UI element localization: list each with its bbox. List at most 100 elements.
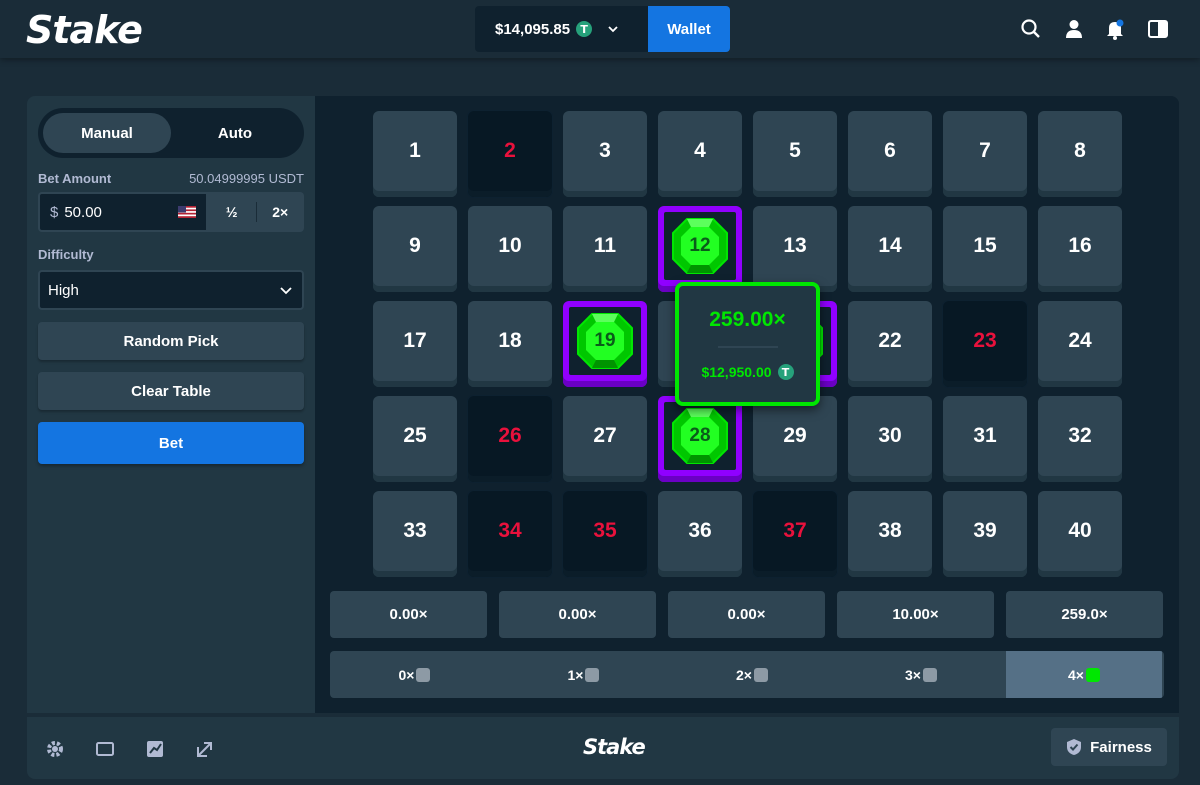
wallet-button[interactable]: Wallet xyxy=(648,6,730,52)
tile-number: 40 xyxy=(1068,519,1092,542)
tile-1[interactable]: 1 xyxy=(373,111,457,197)
gem-gray-icon xyxy=(416,667,431,682)
stake-logo[interactable]: Stake xyxy=(26,8,143,52)
payout-multiplier: 259.0× xyxy=(1006,591,1163,638)
difficulty-select[interactable]: High xyxy=(38,270,304,310)
tile-29[interactable]: 29 xyxy=(753,396,837,482)
tile-2[interactable]: 2 xyxy=(468,111,552,197)
settings-icon[interactable] xyxy=(45,739,65,759)
user-icon[interactable] xyxy=(1063,18,1085,40)
random-pick-button[interactable]: Random Pick xyxy=(38,322,304,360)
tile-5[interactable]: 5 xyxy=(753,111,837,197)
tile-gem-container: 19 xyxy=(569,307,641,375)
win-popup: 259.00× $12,950.00 T xyxy=(675,282,820,406)
search-icon[interactable] xyxy=(1020,18,1042,40)
tile-19[interactable]: 19 xyxy=(563,301,647,387)
fairness-button[interactable]: Fairness xyxy=(1051,728,1167,766)
tile-23[interactable]: 23 xyxy=(943,301,1027,387)
gem-gray-icon xyxy=(922,667,937,682)
clear-table-button[interactable]: Clear Table xyxy=(38,372,304,410)
tile-17[interactable]: 17 xyxy=(373,301,457,387)
tab-auto[interactable]: Auto xyxy=(171,113,299,153)
bet-button[interactable]: Bet xyxy=(38,422,304,464)
tile-number: 7 xyxy=(979,139,991,162)
tile-number: 6 xyxy=(884,139,896,162)
tile-number: 4 xyxy=(694,139,706,162)
tile-number: 25 xyxy=(403,424,427,447)
tile-10[interactable]: 10 xyxy=(468,206,552,292)
wallet-widget: $14,095.85 T Wallet xyxy=(475,6,730,52)
tile-4[interactable]: 4 xyxy=(658,111,742,197)
tile-37[interactable]: 37 xyxy=(753,491,837,577)
tile-22[interactable]: 22 xyxy=(848,301,932,387)
tile-13[interactable]: 13 xyxy=(753,206,837,292)
chevron-down-icon xyxy=(280,287,292,295)
tile-24[interactable]: 24 xyxy=(1038,301,1122,387)
hit-count-label: 1× xyxy=(567,666,584,683)
tile-32[interactable]: 32 xyxy=(1038,396,1122,482)
sidebar-toggle-icon[interactable] xyxy=(1147,18,1169,40)
tile-number: 12 xyxy=(689,235,711,256)
tile-25[interactable]: 25 xyxy=(373,396,457,482)
tile-27[interactable]: 27 xyxy=(563,396,647,482)
tile-number: 31 xyxy=(973,424,997,447)
tile-number: 14 xyxy=(878,234,902,257)
tile-12[interactable]: 12 xyxy=(658,206,742,292)
tile-9[interactable]: 9 xyxy=(373,206,457,292)
stats-icon[interactable] xyxy=(145,739,165,759)
tile-number: 1 xyxy=(409,139,421,162)
game-footer: Stake Fairness xyxy=(27,717,1179,779)
tile-26[interactable]: 26 xyxy=(468,396,552,482)
tile-number: 8 xyxy=(1074,139,1086,162)
tile-28[interactable]: 28 xyxy=(658,396,742,482)
tile-18[interactable]: 18 xyxy=(468,301,552,387)
tile-35[interactable]: 35 xyxy=(563,491,647,577)
tile-31[interactable]: 31 xyxy=(943,396,1027,482)
bet-amount-crypto: 50.04999995 USDT xyxy=(189,171,304,186)
divider xyxy=(717,346,778,348)
theatre-mode-icon[interactable] xyxy=(95,739,115,759)
half-bet-button[interactable]: ½ xyxy=(208,192,256,232)
tile-14[interactable]: 14 xyxy=(848,206,932,292)
tile-16[interactable]: 16 xyxy=(1038,206,1122,292)
win-payout-amount: $12,950.00 xyxy=(701,364,772,380)
tile-number: 9 xyxy=(409,234,421,257)
popout-icon[interactable] xyxy=(195,739,215,759)
tile-number: 24 xyxy=(1068,329,1092,352)
tile-40[interactable]: 40 xyxy=(1038,491,1122,577)
bet-amount-label: Bet Amount xyxy=(38,171,112,186)
balance-dropdown[interactable]: $14,095.85 T xyxy=(475,6,648,52)
tile-33[interactable]: 33 xyxy=(373,491,457,577)
tile-6[interactable]: 6 xyxy=(848,111,932,197)
tile-number: 27 xyxy=(593,424,617,447)
tile-7[interactable]: 7 xyxy=(943,111,1027,197)
tile-11[interactable]: 11 xyxy=(563,206,647,292)
tile-number: 30 xyxy=(878,424,902,447)
win-multiplier: 259.00× xyxy=(709,308,786,331)
hit-count-2: 2× xyxy=(668,651,836,698)
tile-36[interactable]: 36 xyxy=(658,491,742,577)
difficulty-label: Difficulty xyxy=(38,247,94,262)
tile-number: 23 xyxy=(973,329,997,352)
tile-34[interactable]: 34 xyxy=(468,491,552,577)
notification-bell-icon[interactable] xyxy=(1104,18,1126,40)
tile-8[interactable]: 8 xyxy=(1038,111,1122,197)
win-payout: $12,950.00 T xyxy=(701,364,794,380)
tile-number: 32 xyxy=(1068,424,1092,447)
tile-number: 34 xyxy=(498,519,522,542)
double-bet-button[interactable]: 2× xyxy=(257,192,305,232)
tile-39[interactable]: 39 xyxy=(943,491,1027,577)
tile-number: 11 xyxy=(593,234,617,257)
tile-38[interactable]: 38 xyxy=(848,491,932,577)
difficulty-value: High xyxy=(48,281,79,299)
chevron-down-icon xyxy=(608,26,618,33)
tile-number: 3 xyxy=(599,139,611,162)
tile-3[interactable]: 3 xyxy=(563,111,647,197)
bet-amount-input[interactable]: $ 50.00 xyxy=(38,192,208,232)
tile-15[interactable]: 15 xyxy=(943,206,1027,292)
hit-count-label: 3× xyxy=(905,666,921,683)
tile-30[interactable]: 30 xyxy=(848,396,932,482)
tile-number: 22 xyxy=(878,329,902,352)
tab-manual[interactable]: Manual xyxy=(43,113,171,153)
us-flag-icon xyxy=(178,206,196,218)
